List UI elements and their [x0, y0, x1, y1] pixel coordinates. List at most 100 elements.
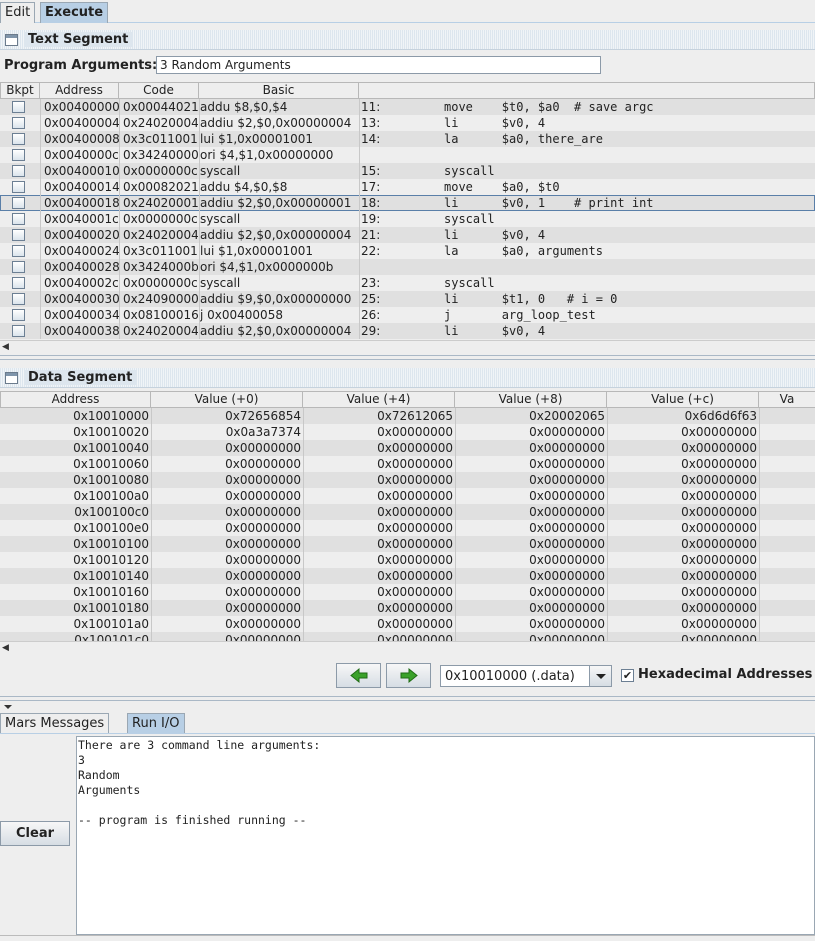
data-row[interactable]: 0x10010160 0x00000000 0x00000000 0x00000000…	[0, 584, 815, 600]
breakpoint-checkbox[interactable]	[12, 165, 25, 177]
tab-run-io[interactable]: Run I/O	[127, 713, 185, 734]
split-divider[interactable]	[0, 696, 815, 701]
text-row[interactable]: 0x00400030 0x24090000 addiu $9,$0,0x000000…	[0, 291, 815, 307]
text-cell-source: syscall	[444, 164, 495, 178]
col-header-source[interactable]	[359, 82, 815, 99]
text-cell-basic: addu $4,$0,$8	[200, 180, 288, 194]
data-row[interactable]: 0x10010120 0x00000000 0x00000000 0x00000000…	[0, 552, 815, 568]
scroll-left-icon[interactable]: ◀	[2, 643, 9, 653]
hex-addresses-checkbox[interactable]: ✔	[621, 669, 634, 682]
text-row[interactable]: 0x00400018 0x24020001 addiu $2,$0,0x000000…	[0, 195, 815, 211]
col-header-address[interactable]: Address	[40, 82, 119, 99]
grid-line	[40, 99, 41, 339]
data-row[interactable]: 0x100101c0 0x00000000 0x00000000 0x00000000…	[0, 632, 815, 641]
breakpoint-checkbox[interactable]	[12, 229, 25, 241]
text-cell-basic: lui $1,0x00001001	[200, 244, 313, 258]
data-cell-v8: 0x00000000	[529, 505, 605, 519]
run-io-output[interactable]: There are 3 command line arguments: 3 Rand…	[76, 736, 815, 935]
text-row[interactable]: 0x00400020 0x24020004 addiu $2,$0,0x000000…	[0, 227, 815, 243]
text-row[interactable]: 0x00400038 0x24020004 addiu $2,$0,0x000000…	[0, 323, 815, 339]
col-header-value-8[interactable]: Value (+8)	[455, 391, 607, 408]
program-arguments-input[interactable]	[156, 56, 601, 74]
breakpoint-checkbox[interactable]	[12, 293, 25, 305]
tab-edit[interactable]: Edit	[0, 2, 36, 23]
data-row[interactable]: 0x100101a0 0x00000000 0x00000000 0x00000000…	[0, 616, 815, 632]
split-divider[interactable]	[0, 355, 815, 360]
breakpoint-checkbox[interactable]	[12, 245, 25, 257]
col-header-bkpt[interactable]: Bkpt	[0, 82, 40, 99]
text-cell-basic: syscall	[200, 276, 241, 290]
tab-mars-messages[interactable]: Mars Messages	[0, 713, 110, 734]
col-header-code[interactable]: Code	[119, 82, 199, 99]
text-row[interactable]: 0x00400014 0x00082021 addu $4,$0,$8 17: move…	[0, 179, 815, 195]
next-page-button[interactable]	[386, 663, 431, 688]
text-row[interactable]: 0x00400028 0x3424000b ori $4,$1,0x0000000b	[0, 259, 815, 275]
text-row[interactable]: 0x00400008 0x3c011001 lui $1,0x00001001 14:…	[0, 131, 815, 147]
breakpoint-checkbox[interactable]	[12, 101, 25, 113]
collapse-icon[interactable]	[4, 705, 12, 709]
text-row[interactable]: 0x00400000 0x00044021 addu $8,$0,$4 11: move…	[0, 99, 815, 115]
data-row[interactable]: 0x10010080 0x00000000 0x00000000 0x00000000…	[0, 472, 815, 488]
text-cell-source: li $v0, 4	[444, 324, 546, 338]
text-row[interactable]: 0x0040001c 0x0000000c syscall 19: syscall	[0, 211, 815, 227]
col-header-data-address[interactable]: Address	[0, 391, 151, 408]
data-row[interactable]: 0x10010100 0x00000000 0x00000000 0x00000000…	[0, 536, 815, 552]
data-row[interactable]: 0x100100e0 0x00000000 0x00000000 0x00000000…	[0, 520, 815, 536]
data-cell-v0: 0x00000000	[225, 585, 301, 599]
breakpoint-checkbox[interactable]	[12, 197, 25, 209]
data-row[interactable]: 0x10010060 0x00000000 0x00000000 0x00000000…	[0, 456, 815, 472]
data-row[interactable]: 0x10010020 0x0a3a7374 0x00000000 0x00000000…	[0, 424, 815, 440]
text-cell-basic: addiu $2,$0,0x00000004	[200, 228, 352, 242]
data-row[interactable]: 0x100100c0 0x00000000 0x00000000 0x00000000…	[0, 504, 815, 520]
prev-page-button[interactable]	[336, 663, 381, 688]
data-row[interactable]: 0x10010180 0x00000000 0x00000000 0x00000000…	[0, 600, 815, 616]
text-cell-addr: 0x00400018	[44, 196, 119, 210]
data-row[interactable]: 0x10010140 0x00000000 0x00000000 0x00000000…	[0, 568, 815, 584]
scroll-left-icon[interactable]: ◀	[2, 342, 9, 352]
chevron-down-icon[interactable]	[589, 666, 611, 686]
data-cell-v4: 0x00000000	[377, 617, 453, 631]
window-icon	[5, 34, 18, 46]
text-row[interactable]: 0x0040002c 0x0000000c syscall 23: syscall	[0, 275, 815, 291]
text-segment-hscrollbar[interactable]: ◀	[0, 340, 815, 353]
breakpoint-checkbox[interactable]	[12, 181, 25, 193]
text-row[interactable]: 0x00400004 0x24020004 addiu $2,$0,0x000000…	[0, 115, 815, 131]
breakpoint-checkbox[interactable]	[12, 261, 25, 273]
breakpoint-checkbox[interactable]	[12, 149, 25, 161]
data-cell-v4: 0x00000000	[377, 489, 453, 503]
col-header-value-c[interactable]: Value (+c)	[607, 391, 759, 408]
col-header-basic[interactable]: Basic	[199, 82, 359, 99]
grid-line	[151, 408, 152, 641]
breakpoint-checkbox[interactable]	[12, 133, 25, 145]
segment-select[interactable]: 0x10010000 (.data)	[440, 665, 612, 687]
breakpoint-checkbox[interactable]	[12, 325, 25, 337]
breakpoint-checkbox[interactable]	[12, 277, 25, 289]
col-header-value-10[interactable]: Va	[759, 391, 815, 408]
tab-execute[interactable]: Execute	[40, 2, 109, 23]
text-row[interactable]: 0x00400010 0x0000000c syscall 15: syscall	[0, 163, 815, 179]
text-row[interactable]: 0x00400024 0x3c011001 lui $1,0x00001001 22:…	[0, 243, 815, 259]
bottom-hscrollbar[interactable]	[0, 935, 815, 941]
col-header-value-0[interactable]: Value (+0)	[151, 391, 303, 408]
breakpoint-checkbox[interactable]	[12, 213, 25, 225]
breakpoint-checkbox[interactable]	[12, 309, 25, 321]
col-header-value-4[interactable]: Value (+4)	[303, 391, 455, 408]
data-cell-v0: 0x00000000	[225, 521, 301, 535]
data-cell-v8: 0x00000000	[529, 441, 605, 455]
data-row[interactable]: 0x10010000 0x72656854 0x72612065 0x20002065…	[0, 408, 815, 424]
text-cell-source: j arg_loop_test	[444, 308, 596, 322]
data-row[interactable]: 0x100100a0 0x00000000 0x00000000 0x00000000…	[0, 488, 815, 504]
text-row[interactable]: 0x0040000c 0x34240000 ori $4,$1,0x00000000	[0, 147, 815, 163]
data-segment-hscrollbar[interactable]: ◀	[0, 641, 815, 654]
text-cell-source: la $a0, arguments	[444, 244, 603, 258]
data-segment-titlebar[interactable]: Data Segment	[0, 368, 815, 388]
text-cell-code: 0x3c011001	[123, 132, 198, 146]
clear-button[interactable]: Clear	[0, 821, 70, 846]
breakpoint-checkbox[interactable]	[12, 117, 25, 129]
data-cell-v0: 0x00000000	[225, 617, 301, 631]
data-row[interactable]: 0x10010040 0x00000000 0x00000000 0x00000000…	[0, 440, 815, 456]
text-segment-titlebar[interactable]: Text Segment	[0, 30, 815, 50]
text-cell-line	[361, 259, 441, 275]
data-cell-addr: 0x10010120	[73, 553, 149, 567]
text-row[interactable]: 0x00400034 0x08100016 j 0x00400058 26: j arg…	[0, 307, 815, 323]
